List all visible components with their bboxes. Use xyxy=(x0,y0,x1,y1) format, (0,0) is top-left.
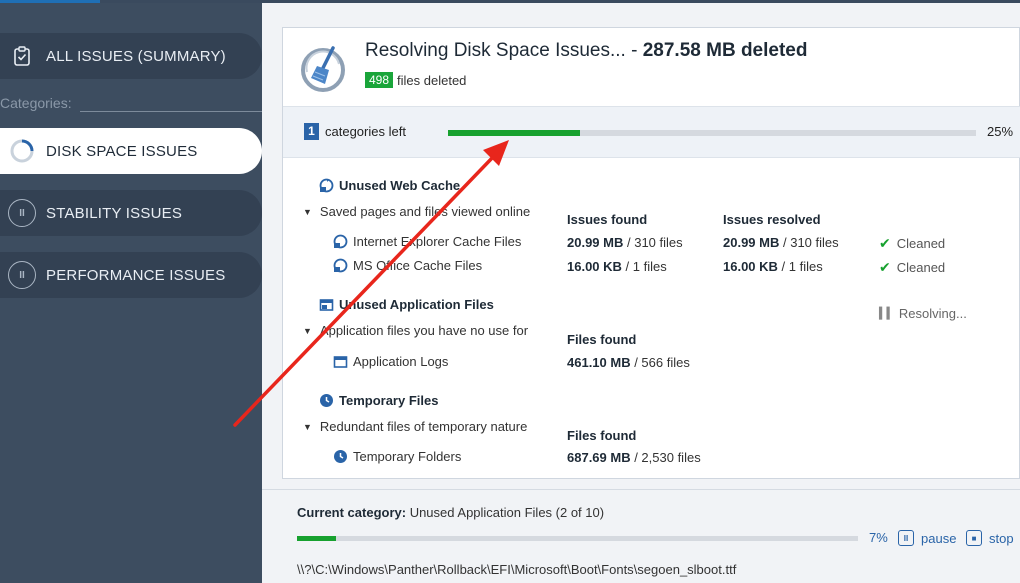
status-cleaned: ✔ Cleaned xyxy=(879,259,946,275)
status-resolving: ▍▍ Resolving... xyxy=(879,306,967,321)
group-title-web-cache: Unused Web Cache xyxy=(319,178,460,193)
title-prefix: Resolving Disk Space Issues... - xyxy=(365,40,643,61)
main-panel: Resolving Disk Space Issues... - 287.58 … xyxy=(262,3,1020,583)
list-item[interactable]: MS Office Cache Files xyxy=(333,258,482,273)
spinner-icon xyxy=(8,137,36,165)
pause-icon: II xyxy=(898,530,914,546)
sidebar-item-stability[interactable]: II STABILITY ISSUES xyxy=(0,190,262,236)
collapse-triangle-icon: ▼ xyxy=(303,421,312,432)
sidebar: ALL ISSUES (SUMMARY) Categories: DISK SP… xyxy=(0,3,262,583)
issues-found-value: 20.99 MB / 310 files xyxy=(567,235,683,250)
stop-icon: ■ xyxy=(966,530,982,546)
group-description-web-cache[interactable]: ▼ Saved pages and files viewed online xyxy=(303,204,530,219)
window-icon xyxy=(333,354,348,369)
issues-found-header: Issues found xyxy=(567,212,648,227)
files-count-badge: 498 xyxy=(365,72,394,88)
categories-left-badge: 1 xyxy=(304,123,319,140)
page-title: Resolving Disk Space Issues... - 287.58 … xyxy=(365,40,807,62)
clock-icon xyxy=(319,393,334,408)
collapse-triangle-icon: ▼ xyxy=(303,206,312,217)
overall-progress-fill xyxy=(448,130,580,136)
sidebar-item-label: DISK SPACE ISSUES xyxy=(46,142,198,160)
clock-icon xyxy=(333,449,348,464)
files-found-header: Files found xyxy=(567,428,637,443)
category-progress-fill xyxy=(297,536,337,541)
pause-button[interactable]: II pause xyxy=(898,530,956,546)
clipboard-check-icon xyxy=(8,42,36,70)
overall-progress-percent: 25% xyxy=(987,124,1014,139)
overall-progress-bar xyxy=(448,130,976,136)
list-item[interactable]: Temporary Folders xyxy=(333,449,461,464)
group-description-temp-files[interactable]: ▼ Redundant files of temporary nature xyxy=(303,419,527,434)
categories-left-label: categories left xyxy=(325,124,406,139)
sidebar-item-summary[interactable]: ALL ISSUES (SUMMARY) xyxy=(0,33,262,79)
current-category-panel: Current category: Unused Application Fil… xyxy=(262,489,1020,583)
files-found-value: 461.10 MB / 566 files xyxy=(567,355,690,370)
sidebar-item-label: ALL ISSUES (SUMMARY) xyxy=(46,47,226,65)
group-title-temp-files: Temporary Files xyxy=(319,393,438,408)
current-category-text: Current category: Unused Application Fil… xyxy=(297,505,605,520)
files-found-header: Files found xyxy=(567,332,637,347)
categories-label: Categories: xyxy=(0,95,72,111)
refresh-icon xyxy=(319,178,334,193)
current-file-path: \\?\C:\Windows\Panther\Rollback\EFI\Micr… xyxy=(297,562,737,577)
category-progress-percent: 7% xyxy=(869,530,888,545)
list-item[interactable]: Internet Explorer Cache Files xyxy=(333,234,521,249)
check-icon: ✔ xyxy=(879,259,891,275)
collapse-triangle-icon: ▼ xyxy=(303,325,312,336)
files-deleted-label: files deleted xyxy=(397,72,467,88)
files-found-value: 687.69 MB / 2,530 files xyxy=(567,450,701,465)
files-deleted-summary: 498 files deleted xyxy=(365,72,466,88)
pause-icon: II xyxy=(8,261,36,289)
check-icon: ✔ xyxy=(879,235,891,251)
pause-icon: II xyxy=(8,199,36,227)
sidebar-item-performance[interactable]: II PERFORMANCE ISSUES xyxy=(0,252,262,298)
refresh-icon xyxy=(333,234,348,249)
signal-bars-icon: ▍▍ xyxy=(879,308,895,320)
window-icon xyxy=(319,297,334,312)
broom-disk-icon xyxy=(299,42,351,94)
issues-card: Resolving Disk Space Issues... - 287.58 … xyxy=(282,27,1020,479)
title-amount: 287.58 MB deleted xyxy=(642,40,808,61)
categories-divider xyxy=(80,111,262,112)
sidebar-item-label: STABILITY ISSUES xyxy=(46,204,183,222)
sidebar-item-disk-space[interactable]: DISK SPACE ISSUES xyxy=(0,128,262,174)
issues-resolved-value: 20.99 MB / 310 files xyxy=(723,235,839,250)
issues-resolved-value: 16.00 KB / 1 files xyxy=(723,259,823,274)
overall-progress: 1 categories left 25% xyxy=(283,106,1020,158)
status-cleaned: ✔ Cleaned xyxy=(879,235,946,251)
sidebar-item-label: PERFORMANCE ISSUES xyxy=(46,266,226,284)
category-progress-bar xyxy=(297,536,858,541)
issues-resolved-header: Issues resolved xyxy=(723,212,821,227)
issues-found-value: 16.00 KB / 1 files xyxy=(567,259,667,274)
group-description-app-files[interactable]: ▼ Application files you have no use for xyxy=(303,323,528,338)
group-title-app-files: Unused Application Files xyxy=(319,297,494,312)
refresh-icon xyxy=(333,258,348,273)
list-item[interactable]: Application Logs xyxy=(333,354,448,369)
stop-button[interactable]: ■ stop xyxy=(966,530,1014,546)
